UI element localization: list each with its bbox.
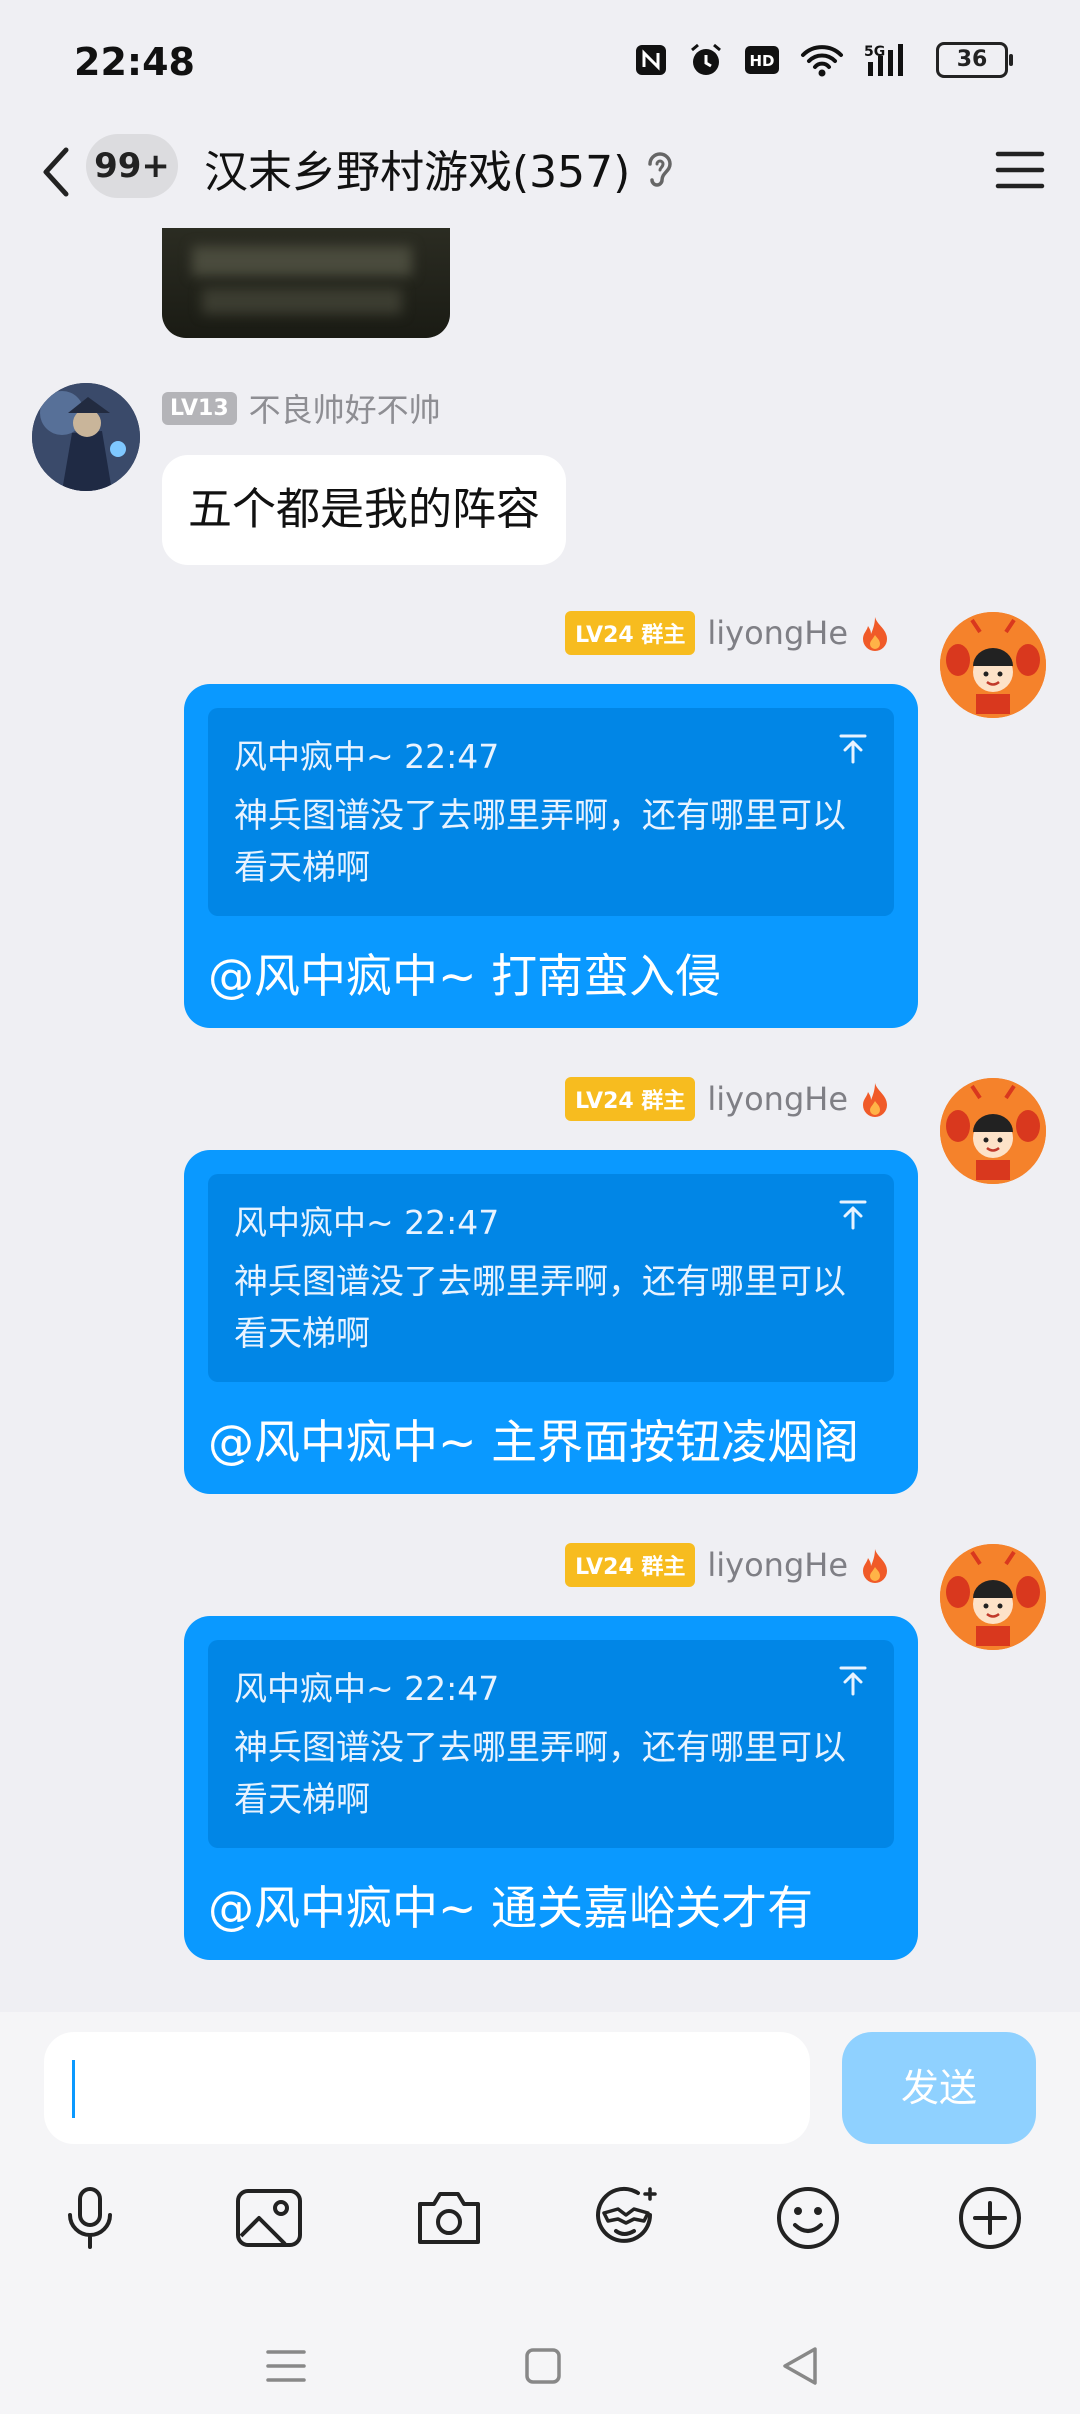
camera-icon[interactable] bbox=[409, 2178, 489, 2258]
avatar[interactable] bbox=[940, 1078, 1046, 1184]
reply-text: @风中疯中~ 打南蛮入侵 bbox=[208, 949, 722, 1003]
outgoing-sender-row: LV24 群主 liyongHe bbox=[565, 1077, 890, 1121]
menu-button[interactable] bbox=[990, 140, 1050, 200]
sender-name[interactable]: 不良帅好不帅 bbox=[249, 385, 441, 431]
battery-indicator: 36 bbox=[936, 42, 1013, 78]
level-badge: LV13 bbox=[162, 391, 237, 425]
alarm-icon bbox=[691, 43, 721, 75]
nfc-icon bbox=[636, 45, 666, 75]
text-caret bbox=[72, 2060, 75, 2118]
quoted-message[interactable]: 风中疯中~ 22:47 神兵图谱没了去哪里弄啊，还有哪里可以看天梯啊 bbox=[208, 1640, 894, 1848]
svg-text:HD: HD bbox=[749, 52, 774, 70]
reply-text: @风中疯中~ 主界面按钮凌烟阁 bbox=[208, 1415, 860, 1469]
menu-icon bbox=[995, 151, 1045, 189]
quote-meta: 风中疯中~ 22:47 bbox=[234, 737, 500, 776]
signal-icon: 5G bbox=[864, 44, 903, 76]
chat-header: 99+ 汉末乡野村游戏(357) bbox=[0, 120, 1080, 230]
message-bubble[interactable]: 风中疯中~ 22:47 神兵图谱没了去哪里弄啊，还有哪里可以看天梯啊 @风中疯中… bbox=[184, 684, 918, 1028]
quote-text: 神兵图谱没了去哪里弄啊，还有哪里可以看天梯啊 bbox=[234, 1728, 846, 1820]
fire-icon bbox=[863, 617, 887, 651]
fire-icon bbox=[863, 1083, 887, 1117]
image-icon[interactable] bbox=[229, 2178, 309, 2258]
unread-count-badge[interactable]: 99+ bbox=[86, 134, 178, 198]
sticker-icon[interactable] bbox=[587, 2178, 667, 2258]
composer-toolbar bbox=[0, 2170, 1080, 2266]
back-button[interactable] bbox=[32, 132, 82, 212]
outgoing-sender-row: LV24 群主 liyongHe bbox=[565, 1543, 890, 1587]
status-time: 22:48 bbox=[74, 40, 195, 84]
back-nav-icon[interactable] bbox=[770, 2336, 830, 2396]
level-badge: LV24 群主 bbox=[565, 611, 696, 655]
chevron-left-icon bbox=[43, 147, 69, 197]
avatar[interactable] bbox=[940, 612, 1046, 718]
group-title[interactable]: 汉末乡野村游戏(357) bbox=[204, 136, 630, 200]
incoming-sender-row: LV13 不良帅好不帅 bbox=[162, 385, 441, 431]
quoted-message[interactable]: 风中疯中~ 22:47 神兵图谱没了去哪里弄啊，还有哪里可以看天梯啊 bbox=[208, 708, 894, 916]
outgoing-sender-row: LV24 群主 liyongHe bbox=[565, 611, 890, 655]
plus-icon[interactable] bbox=[950, 2178, 1030, 2258]
status-icons: HD 5G 36 bbox=[634, 42, 1013, 78]
quote-meta: 风中疯中~ 22:47 bbox=[234, 1669, 500, 1708]
jump-to-quote-icon[interactable] bbox=[836, 1664, 870, 1702]
level-badge: LV24 群主 bbox=[565, 1077, 696, 1121]
message-bubble[interactable]: 风中疯中~ 22:47 神兵图谱没了去哪里弄啊，还有哪里可以看天梯啊 @风中疯中… bbox=[184, 1616, 918, 1960]
avatar[interactable] bbox=[32, 383, 140, 491]
composer: 发送 bbox=[0, 2012, 1080, 2414]
level-badge: LV24 群主 bbox=[565, 1543, 696, 1587]
jump-to-quote-icon[interactable] bbox=[836, 1198, 870, 1236]
quoted-message[interactable]: 风中疯中~ 22:47 神兵图谱没了去哪里弄啊，还有哪里可以看天梯啊 bbox=[208, 1174, 894, 1382]
status-bar: 22:48 HD 5G 36 bbox=[0, 0, 1080, 130]
wifi-icon bbox=[801, 45, 843, 77]
avatar[interactable] bbox=[940, 1544, 1046, 1650]
emoji-icon[interactable] bbox=[768, 2178, 848, 2258]
sender-name[interactable]: liyongHe bbox=[707, 1080, 848, 1118]
recent-apps-icon[interactable] bbox=[256, 2336, 316, 2396]
reply-text: @风中疯中~ 通关嘉峪关才有 bbox=[208, 1881, 814, 1935]
hd-icon: HD bbox=[745, 46, 779, 74]
microphone-icon[interactable] bbox=[50, 2178, 130, 2258]
message-bubble[interactable]: 风中疯中~ 22:47 神兵图谱没了去哪里弄啊，还有哪里可以看天梯啊 @风中疯中… bbox=[184, 1150, 918, 1494]
message-input[interactable] bbox=[44, 2032, 810, 2144]
quote-text: 神兵图谱没了去哪里弄啊，还有哪里可以看天梯啊 bbox=[234, 796, 846, 888]
fire-icon bbox=[863, 1549, 887, 1583]
message-bubble[interactable]: 五个都是我的阵容 bbox=[162, 455, 566, 565]
ear-icon bbox=[642, 146, 678, 196]
system-nav-bar bbox=[0, 2314, 1080, 2414]
home-icon[interactable] bbox=[513, 2336, 573, 2396]
quote-meta: 风中疯中~ 22:47 bbox=[234, 1203, 500, 1242]
send-button[interactable]: 发送 bbox=[842, 2032, 1036, 2144]
jump-to-quote-icon[interactable] bbox=[836, 732, 870, 770]
image-message[interactable] bbox=[162, 228, 450, 338]
sender-name[interactable]: liyongHe bbox=[707, 614, 848, 652]
quote-text: 神兵图谱没了去哪里弄啊，还有哪里可以看天梯啊 bbox=[234, 1262, 846, 1354]
sender-name[interactable]: liyongHe bbox=[707, 1546, 848, 1584]
